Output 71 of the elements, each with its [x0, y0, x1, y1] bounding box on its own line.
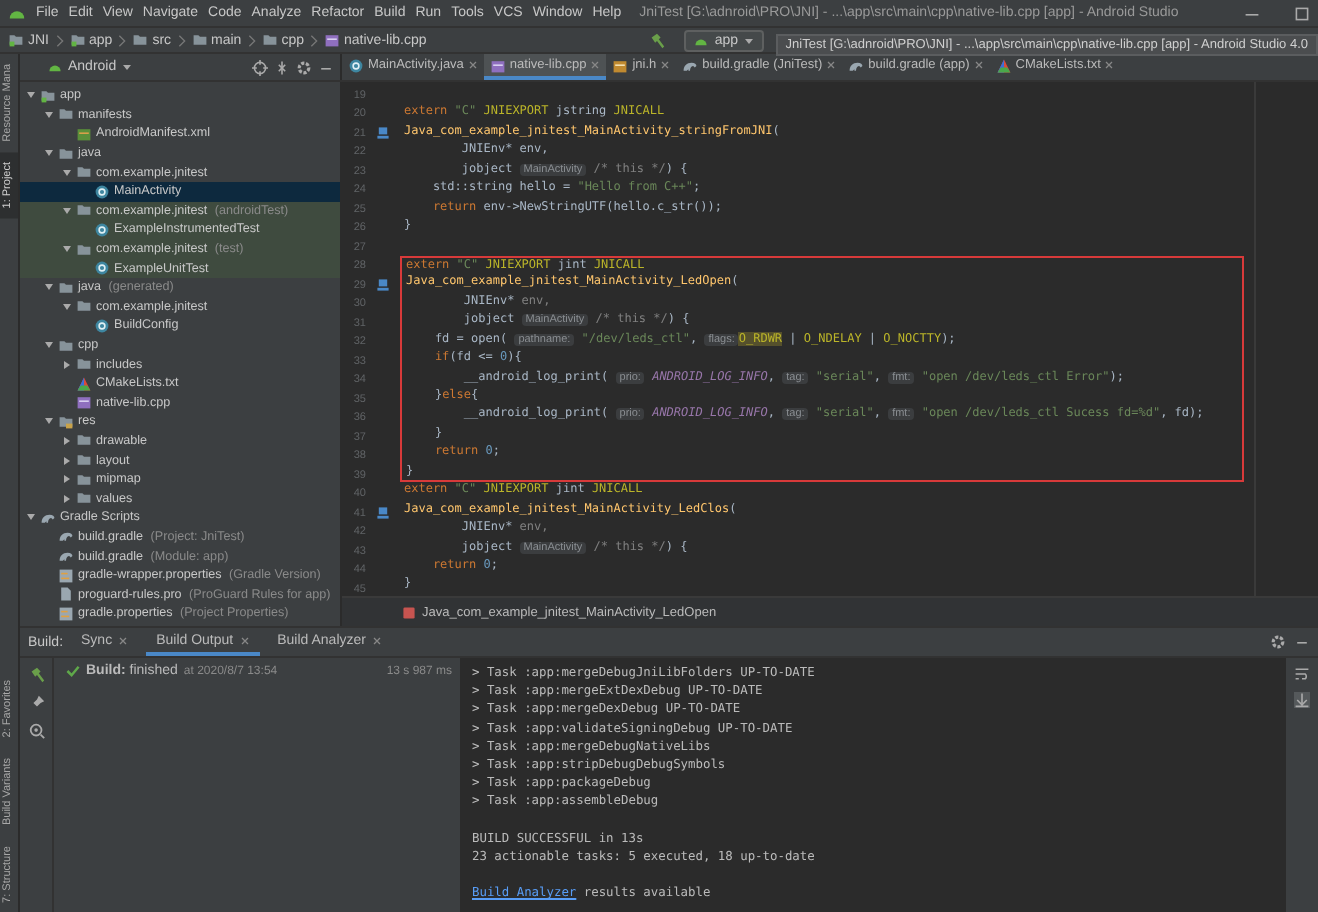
triangle-icon	[995, 57, 1012, 73]
class-icon	[94, 260, 110, 277]
folder-icon	[58, 106, 74, 123]
expanded-arrow-icon[interactable]	[62, 205, 72, 216]
chevron-icon	[247, 33, 256, 47]
hammer-icon[interactable]	[27, 666, 45, 684]
target-icon[interactable]	[252, 59, 268, 75]
close-icon[interactable]	[118, 635, 129, 645]
gradle-icon	[682, 57, 699, 73]
module-folder-icon	[69, 32, 85, 48]
cpp-file-icon	[76, 394, 92, 411]
folder-icon	[132, 32, 149, 48]
folder-icon	[76, 202, 92, 219]
wrap-icon[interactable]	[1294, 666, 1310, 682]
collapsed-arrow-icon[interactable]	[62, 359, 72, 370]
close-icon[interactable]	[239, 635, 250, 645]
chevron-icon	[118, 33, 127, 47]
expanded-arrow-icon[interactable]	[44, 340, 54, 351]
android-icon	[48, 60, 62, 74]
properties-file-icon	[58, 567, 74, 584]
expanded-arrow-icon[interactable]	[62, 244, 72, 255]
folder-icon	[76, 241, 92, 258]
collapsed-arrow-icon[interactable]	[62, 493, 72, 504]
settings-icon[interactable]	[1270, 634, 1286, 650]
close-icon[interactable]	[1104, 60, 1115, 70]
collapsed-arrow-icon[interactable]	[62, 455, 72, 466]
collapsed-arrow-icon[interactable]	[62, 435, 72, 446]
module-folder-icon	[8, 32, 24, 48]
chevron-icon	[55, 33, 63, 47]
check-icon	[66, 664, 80, 678]
xml-file-icon	[76, 125, 92, 142]
cpp-file-icon	[489, 57, 506, 73]
cpp-file-icon	[324, 32, 341, 48]
triangle-icon	[76, 375, 92, 392]
chevron-icon	[177, 33, 186, 47]
class-icon	[94, 221, 110, 238]
expanded-arrow-icon[interactable]	[44, 148, 54, 159]
settings-icon[interactable]	[296, 59, 312, 75]
properties-file-icon	[58, 605, 74, 622]
close-icon[interactable]	[660, 60, 671, 70]
expanded-arrow-icon[interactable]	[44, 416, 54, 427]
module-folder-icon	[40, 87, 56, 104]
gutter-marker-icon[interactable]	[375, 506, 389, 521]
collapsed-arrow-icon[interactable]	[62, 474, 72, 485]
expanded-arrow-icon[interactable]	[26, 90, 36, 101]
gutter-marker-icon[interactable]	[375, 126, 389, 141]
expanded-arrow-icon[interactable]	[62, 167, 72, 178]
close-icon[interactable]	[973, 60, 984, 70]
expanded-arrow-icon[interactable]	[44, 282, 54, 293]
hammer-icon[interactable]	[648, 31, 667, 49]
file-icon	[58, 586, 74, 603]
caret-icon	[744, 35, 754, 45]
scroll-to-end-icon[interactable]	[1294, 692, 1310, 708]
chevron-icon	[310, 33, 319, 47]
expanded-arrow-icon[interactable]	[44, 109, 54, 120]
class-icon	[94, 183, 110, 200]
class-icon	[94, 317, 110, 334]
maximize-icon[interactable]	[1294, 5, 1310, 21]
folder-icon	[191, 32, 208, 48]
expanded-arrow-icon[interactable]	[62, 301, 72, 312]
caret-icon	[122, 62, 133, 72]
close-icon[interactable]	[371, 635, 382, 645]
gradle-icon	[848, 57, 865, 73]
gutter-marker-icon[interactable]	[375, 278, 389, 293]
class-icon	[348, 57, 364, 73]
header-file-icon	[612, 57, 629, 73]
resource-folder-icon	[58, 413, 74, 430]
close-icon[interactable]	[467, 60, 478, 70]
expanded-arrow-icon[interactable]	[26, 512, 36, 523]
close-icon[interactable]	[826, 60, 837, 70]
folder-icon	[261, 32, 278, 48]
